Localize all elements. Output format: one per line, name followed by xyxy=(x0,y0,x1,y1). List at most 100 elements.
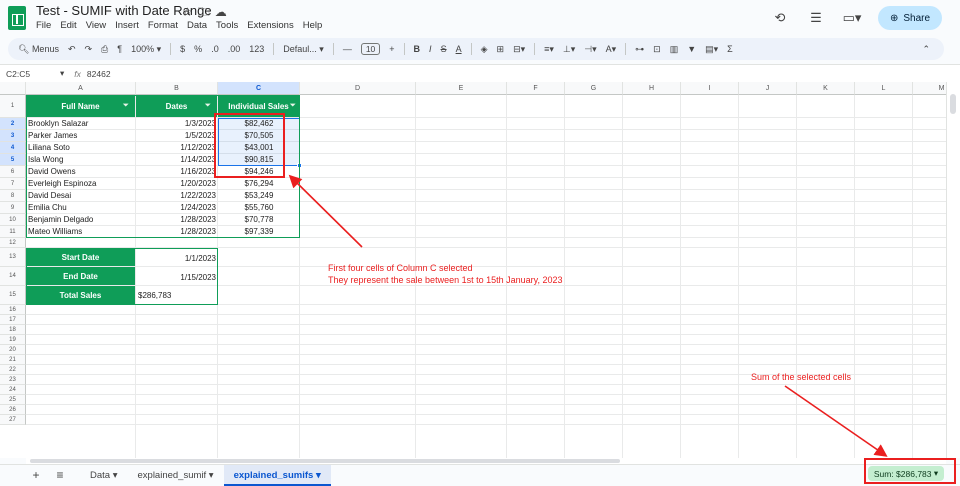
cell-full-name[interactable]: Benjamin Delgado xyxy=(28,214,134,225)
cloud-status-icon[interactable]: ☁ xyxy=(215,5,232,19)
column-header-d[interactable]: D xyxy=(300,82,416,95)
menu-view[interactable]: View xyxy=(86,20,106,31)
cell-date[interactable]: 1/28/2023 xyxy=(138,214,216,225)
font-select[interactable]: Defaul... ▾ xyxy=(283,44,324,55)
bold-icon[interactable]: B xyxy=(414,44,421,54)
name-box-dropdown-icon[interactable]: ▾ xyxy=(60,68,64,79)
row-header-20[interactable]: 20 xyxy=(0,345,26,355)
search-menus-button[interactable]: 🔍︎ Menus xyxy=(18,44,59,55)
zoom-select[interactable]: 100% ▾ xyxy=(131,44,161,55)
borders-icon[interactable]: ⊞ xyxy=(497,44,505,55)
filter-dropdown-icon[interactable]: ⏷ xyxy=(123,102,129,109)
row-header-27[interactable]: 27 xyxy=(0,415,26,425)
menu-format[interactable]: Format xyxy=(148,20,178,31)
move-folder-icon[interactable]: 🗀 xyxy=(198,5,215,19)
merge-cells-icon[interactable]: ⊟▾ xyxy=(513,44,525,55)
row-header-7[interactable]: 7 xyxy=(0,178,26,190)
cell-date[interactable]: 1/16/2023 xyxy=(138,166,216,177)
row-header-8[interactable]: 8 xyxy=(0,190,26,202)
column-header-g[interactable]: G xyxy=(565,82,623,95)
scroll-thumb[interactable] xyxy=(950,94,956,114)
end-date-label[interactable]: End Date xyxy=(26,267,135,285)
cell-full-name[interactable]: Everleigh Espinoza xyxy=(28,178,134,189)
filter-icon[interactable]: ▼ xyxy=(687,44,696,54)
menu-insert[interactable]: Insert xyxy=(115,20,139,31)
increase-decimal-button[interactable]: .00 xyxy=(228,44,241,54)
column-header-i[interactable]: I xyxy=(681,82,739,95)
column-header-e[interactable]: E xyxy=(416,82,507,95)
row-header-1[interactable]: 1 xyxy=(0,95,26,118)
meet-icon[interactable]: ▭▾ xyxy=(842,8,862,28)
chart-icon[interactable]: ▥ xyxy=(670,44,679,55)
sheet-tab-explained-sumif[interactable]: explained_sumif ▾ xyxy=(128,465,224,486)
row-header-19[interactable]: 19 xyxy=(0,335,26,345)
start-date-label[interactable]: Start Date xyxy=(26,248,135,266)
menu-extensions[interactable]: Extensions xyxy=(247,20,293,31)
column-header-c[interactable]: C xyxy=(218,82,300,95)
spreadsheet-grid[interactable]: ABCDEFGHIJKLMN12345678910111213141516171… xyxy=(0,82,946,458)
comments-icon[interactable]: ☰ xyxy=(806,8,826,28)
row-header-13[interactable]: 13 xyxy=(0,248,26,267)
row-header-14[interactable]: 14 xyxy=(0,267,26,286)
column-header-j[interactable]: J xyxy=(739,82,797,95)
row-header-10[interactable]: 10 xyxy=(0,214,26,226)
cell-individual-sales[interactable]: $53,249 xyxy=(220,190,298,201)
font-size-input[interactable]: 10 xyxy=(360,43,381,55)
name-box[interactable]: C2:C5 xyxy=(0,69,60,79)
row-header-16[interactable]: 16 xyxy=(0,305,26,315)
undo-icon[interactable]: ↶ xyxy=(68,44,76,55)
align-icon[interactable]: ≡▾ xyxy=(544,44,554,55)
menu-tools[interactable]: Tools xyxy=(216,20,238,31)
row-header-12[interactable]: 12 xyxy=(0,238,26,248)
cell-date[interactable]: 1/28/2023 xyxy=(138,226,216,237)
column-header-f[interactable]: F xyxy=(507,82,565,95)
row-header-25[interactable]: 25 xyxy=(0,395,26,405)
header-full-name[interactable]: Full Name ⏷ xyxy=(26,95,135,117)
menu-data[interactable]: Data xyxy=(187,20,207,31)
functions-icon[interactable]: Σ xyxy=(727,44,733,54)
decrease-decimal-button[interactable]: .0 xyxy=(211,44,219,54)
add-sheet-icon[interactable]: + xyxy=(24,468,48,482)
fill-color-icon[interactable]: ◈ xyxy=(481,44,488,55)
row-header-17[interactable]: 17 xyxy=(0,315,26,325)
vertical-scrollbar[interactable] xyxy=(946,82,960,458)
total-sales-label[interactable]: Total Sales xyxy=(26,286,135,304)
cell-full-name[interactable]: Liliana Soto xyxy=(28,142,134,153)
row-header-6[interactable]: 6 xyxy=(0,166,26,178)
link-icon[interactable]: ⊶ xyxy=(635,44,644,55)
paint-format-icon[interactable]: ¶ xyxy=(117,44,122,54)
collapse-toolbar-icon[interactable]: ⌃ xyxy=(922,44,930,55)
row-header-24[interactable]: 24 xyxy=(0,385,26,395)
row-header-18[interactable]: 18 xyxy=(0,325,26,335)
column-header-l[interactable]: L xyxy=(855,82,913,95)
sheets-logo-icon[interactable] xyxy=(8,6,26,30)
cell-date[interactable]: 1/24/2023 xyxy=(138,202,216,213)
sheet-tab-explained-sumifs[interactable]: explained_sumifs ▾ xyxy=(223,464,331,486)
italic-icon[interactable]: I xyxy=(429,44,432,54)
row-header-22[interactable]: 22 xyxy=(0,365,26,375)
cell-date[interactable]: 1/20/2023 xyxy=(138,178,216,189)
total-sales-value[interactable]: $286,783 xyxy=(138,290,216,301)
rotate-icon[interactable]: A▾ xyxy=(606,44,617,55)
column-header-h[interactable]: H xyxy=(623,82,681,95)
select-all-corner[interactable] xyxy=(0,82,26,95)
row-header-15[interactable]: 15 xyxy=(0,286,26,305)
comment-icon[interactable]: ⊡ xyxy=(653,44,661,55)
cell-full-name[interactable]: Isla Wong xyxy=(28,154,134,165)
cell-individual-sales[interactable]: $70,778 xyxy=(220,214,298,225)
valign-icon[interactable]: ⊥▾ xyxy=(563,44,575,55)
filter-dropdown-icon[interactable]: ⏷ xyxy=(205,102,211,109)
row-header-4[interactable]: 4 xyxy=(0,142,26,154)
menu-help[interactable]: Help xyxy=(303,20,323,31)
column-header-b[interactable]: B xyxy=(136,82,218,95)
formula-input[interactable]: 82462 xyxy=(87,69,111,79)
cell-full-name[interactable]: David Owens xyxy=(28,166,134,177)
cell-full-name[interactable]: Parker James xyxy=(28,130,134,141)
row-header-11[interactable]: 11 xyxy=(0,226,26,238)
strikethrough-icon[interactable]: S xyxy=(441,44,447,54)
cell-date[interactable]: 1/5/2023 xyxy=(138,130,216,141)
row-header-3[interactable]: 3 xyxy=(0,130,26,142)
start-date-value[interactable]: 1/1/2023 xyxy=(138,253,216,264)
wrap-icon[interactable]: ⊣▾ xyxy=(584,44,596,55)
row-header-23[interactable]: 23 xyxy=(0,375,26,385)
